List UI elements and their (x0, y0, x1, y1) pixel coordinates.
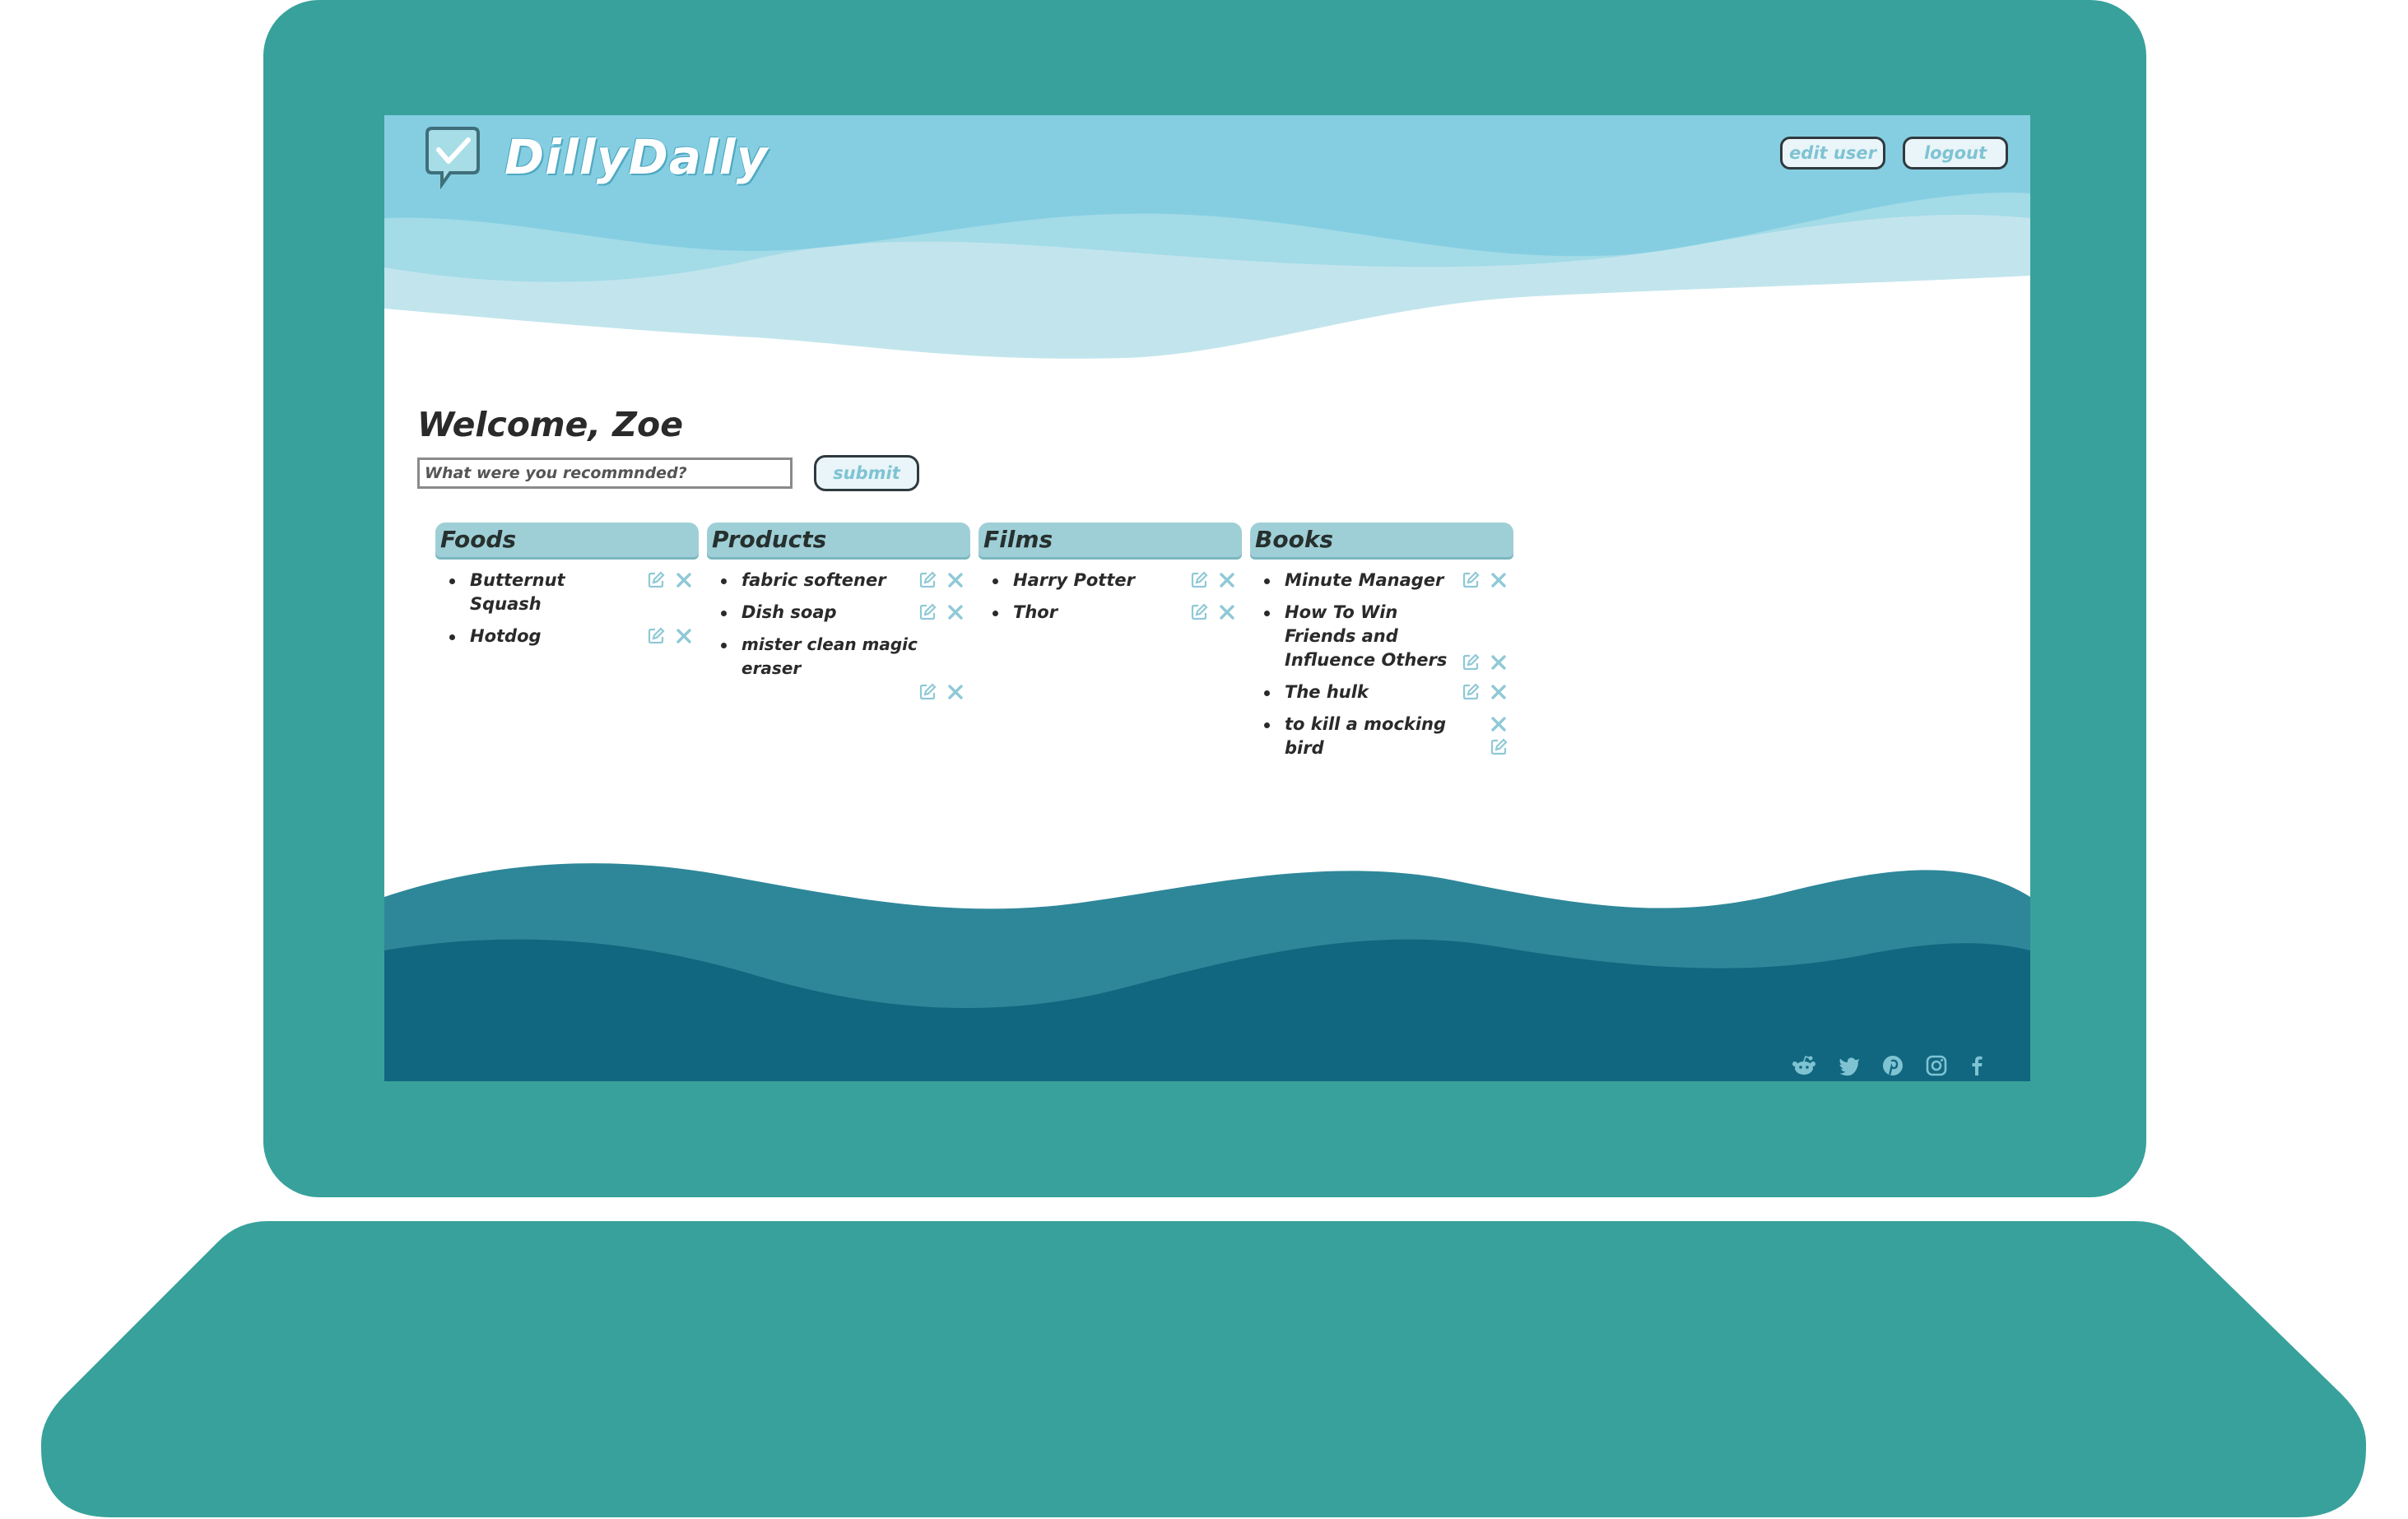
list-item: Harry Potter (979, 569, 1242, 592)
category-products: Products fabric softener Dish soap miste… (707, 523, 970, 710)
edit-icon[interactable] (646, 570, 666, 590)
item-label: fabric softener (741, 570, 886, 590)
list-item: Dish soap (707, 601, 970, 625)
item-label: Minute Manager (1285, 570, 1444, 590)
app-name: DillyDally (504, 129, 769, 185)
reddit-icon[interactable] (1792, 1053, 1816, 1078)
edit-icon[interactable] (1189, 602, 1209, 622)
item-label: The hulk (1285, 682, 1369, 702)
delete-icon[interactable] (674, 570, 694, 590)
delete-icon[interactable] (1217, 602, 1237, 622)
instagram-icon[interactable] (1924, 1053, 1949, 1078)
delete-icon[interactable] (1489, 653, 1508, 672)
edit-icon[interactable] (1461, 682, 1481, 702)
recommendation-input[interactable] (417, 458, 793, 489)
item-label: Butternut Squash (470, 570, 565, 614)
edit-icon[interactable] (1489, 737, 1508, 757)
edit-icon[interactable] (918, 602, 937, 622)
item-label: Hotdog (470, 626, 542, 646)
delete-icon[interactable] (1217, 570, 1237, 590)
category-foods: Foods Butternut Squash Hotdog (435, 523, 699, 657)
twitter-icon[interactable] (1837, 1053, 1862, 1078)
welcome-heading: Welcome, Zoe (417, 405, 684, 444)
category-title: Films (979, 523, 1242, 557)
pinterest-icon[interactable] (1880, 1053, 1905, 1078)
category-films: Films Harry Potter Thor (979, 523, 1242, 633)
list-item: Thor (979, 601, 1242, 625)
edit-icon[interactable] (1189, 570, 1209, 590)
list-item: Minute Manager (1250, 569, 1513, 592)
item-label: Thor (1013, 602, 1058, 622)
list-item: mister clean magic eraser (707, 633, 970, 702)
item-label: mister clean magic eraser (741, 634, 918, 678)
logo[interactable]: DillyDally (424, 125, 768, 189)
edit-user-button[interactable]: edit user (1780, 137, 1885, 170)
category-title: Foods (435, 523, 699, 557)
delete-icon[interactable] (1489, 570, 1508, 590)
laptop-base (41, 1221, 2366, 1517)
item-label: Dish soap (741, 602, 837, 622)
delete-icon[interactable] (946, 682, 965, 702)
facebook-icon[interactable] (1964, 1053, 1989, 1078)
item-label: How To Win Friends and Influence Others (1285, 602, 1448, 670)
item-label: to kill a mocking bird (1285, 714, 1447, 758)
footer-waves (384, 863, 2030, 1081)
delete-icon[interactable] (1489, 682, 1508, 702)
list-item: to kill a mocking bird (1250, 713, 1513, 760)
logout-button[interactable]: logout (1903, 137, 2008, 170)
edit-icon[interactable] (646, 626, 666, 646)
category-title: Products (707, 523, 970, 557)
item-label: Harry Potter (1013, 570, 1135, 590)
delete-icon[interactable] (674, 626, 694, 646)
edit-icon[interactable] (1461, 653, 1481, 672)
list-item: How To Win Friends and Influence Others (1250, 601, 1513, 672)
delete-icon[interactable] (946, 602, 965, 622)
chat-check-icon (425, 127, 480, 189)
list-item: The hulk (1250, 681, 1513, 704)
list-item: Butternut Squash (435, 569, 699, 616)
edit-icon[interactable] (918, 682, 937, 702)
category-books: Books Minute Manager How To Win Friends … (1250, 523, 1513, 769)
delete-icon[interactable] (946, 570, 965, 590)
delete-icon[interactable] (1489, 714, 1508, 734)
list-item: fabric softener (707, 569, 970, 592)
edit-icon[interactable] (918, 570, 937, 590)
app-screen: DillyDally edit user logout Welcome, Zoe… (384, 115, 2030, 1081)
list-item: Hotdog (435, 625, 699, 648)
submit-button[interactable]: submit (814, 455, 919, 491)
category-title: Books (1250, 523, 1513, 557)
edit-icon[interactable] (1461, 570, 1481, 590)
